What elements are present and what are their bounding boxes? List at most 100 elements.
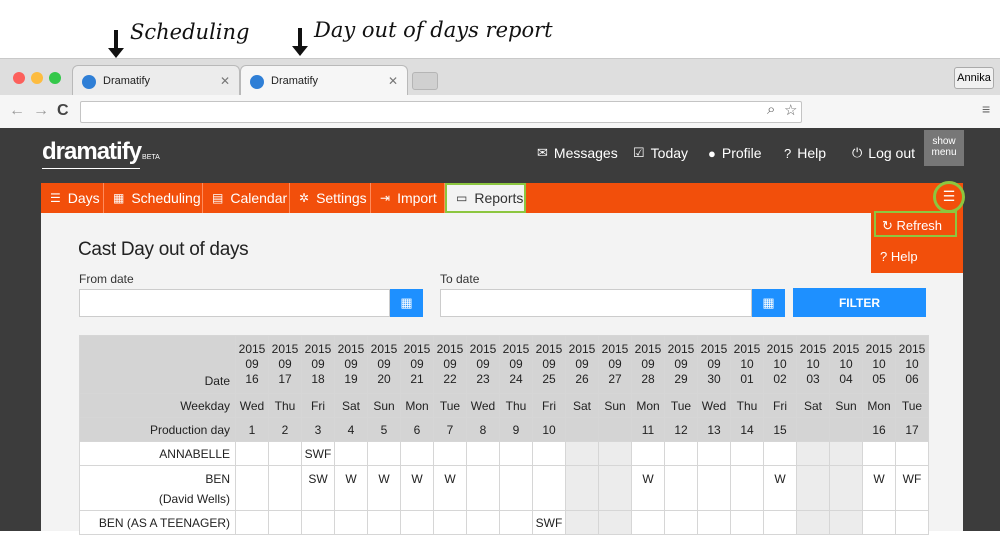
from-date-calendar-icon[interactable]: ▦ [390, 289, 423, 317]
date-month: 10 [905, 357, 919, 371]
main-tab-bar: ☰ Days ▦ Scheduling ▤ Calendar ✲ Settings ⇥ I… [41, 183, 963, 213]
chrome-menu-icon[interactable]: ≡ [982, 101, 990, 117]
date-year: 2015 [832, 342, 860, 356]
filter-button[interactable]: FILTER [793, 288, 926, 317]
schedule-cell[interactable]: W [367, 465, 401, 511]
schedule-cell[interactable] [400, 441, 434, 466]
date-month: 09 [641, 357, 655, 371]
date-year: 2015 [535, 342, 563, 356]
schedule-cell[interactable]: W [400, 465, 434, 511]
nav-help-label: Help [797, 145, 827, 161]
browser-tab-scheduling[interactable]: Dramatify ✕ [72, 65, 240, 95]
schedule-cell[interactable] [565, 441, 599, 466]
bookmark-star-icon[interactable]: ☆ [784, 101, 797, 119]
schedule-cell[interactable] [466, 465, 500, 511]
tab-calendar[interactable]: ▤ Calendar [203, 183, 290, 213]
schedule-cell[interactable] [268, 465, 302, 511]
schedule-cell[interactable] [499, 465, 533, 511]
new-tab-button[interactable] [412, 72, 438, 90]
schedule-cell[interactable] [598, 465, 632, 511]
date-cell: 2015 09 28 [631, 335, 665, 394]
profile-user-button[interactable]: Annika [954, 67, 994, 89]
schedule-cell[interactable] [499, 441, 533, 466]
schedule-cell[interactable] [631, 441, 665, 466]
tab-reports[interactable]: ▭ Reports [445, 183, 526, 213]
close-tab-icon[interactable]: ✕ [388, 74, 398, 88]
schedule-cell[interactable] [433, 441, 467, 466]
schedule-cell[interactable] [862, 441, 896, 466]
date-day: 06 [905, 372, 919, 386]
reload-icon[interactable]: C [57, 102, 69, 120]
tab-label: Dramatify [103, 75, 151, 87]
date-day: 30 [707, 372, 721, 386]
minimize-window-button[interactable] [31, 72, 43, 84]
from-date-input[interactable] [79, 289, 390, 317]
zoom-icon[interactable]: ⌕ [767, 101, 775, 118]
schedule-cell[interactable]: W [433, 465, 467, 511]
schedule-cell[interactable]: WF [895, 465, 929, 511]
schedule-cell[interactable] [895, 441, 929, 466]
schedule-cell[interactable] [367, 441, 401, 466]
schedule-cell[interactable] [730, 441, 764, 466]
to-date-input[interactable] [440, 289, 752, 317]
tab-scheduling[interactable]: ▦ Scheduling [104, 183, 203, 213]
address-bar[interactable] [80, 101, 802, 123]
weekday-cell: Wed [697, 393, 731, 418]
schedule-cell[interactable] [598, 441, 632, 466]
schedule-cell[interactable] [268, 441, 302, 466]
nav-profile[interactable]: ● Profile [708, 145, 762, 161]
back-icon[interactable]: ← [9, 102, 25, 120]
schedule-cell[interactable] [532, 465, 566, 511]
zoom-window-button[interactable] [49, 72, 61, 84]
menu-help[interactable]: ? Help [874, 244, 957, 270]
dramatify-logo[interactable]: dramatifyBETA [42, 138, 160, 166]
schedule-cell[interactable]: W [334, 465, 368, 511]
schedule-cell[interactable]: W [862, 465, 896, 511]
nav-help[interactable]: ? Help [784, 145, 826, 161]
schedule-cell[interactable] [796, 465, 830, 511]
close-tab-icon[interactable]: ✕ [220, 74, 230, 88]
show-menu-button[interactable]: show menu [924, 130, 964, 166]
schedule-cell[interactable] [829, 441, 863, 466]
date-month: 09 [278, 357, 292, 371]
date-year: 2015 [733, 342, 761, 356]
schedule-cell[interactable] [532, 441, 566, 466]
schedule-cell[interactable] [664, 441, 698, 466]
schedule-cell[interactable] [664, 465, 698, 511]
browser-tab-report[interactable]: Dramatify ✕ [240, 65, 408, 95]
date-month: 10 [806, 357, 820, 371]
schedule-cell[interactable] [697, 465, 731, 511]
close-window-button[interactable] [13, 72, 25, 84]
nav-logout[interactable]: ⏻ Log out [852, 145, 915, 161]
tab-import[interactable]: ⇥ Import [371, 183, 445, 213]
to-date-calendar-icon[interactable]: ▦ [752, 289, 785, 317]
schedule-cell[interactable] [565, 465, 599, 511]
schedule-cell[interactable]: W [631, 465, 665, 511]
menu-refresh[interactable]: ↻ Refresh [874, 211, 957, 237]
character-name: BEN [205, 472, 230, 486]
tab-reports-label: Reports [474, 190, 524, 206]
schedule-cell[interactable] [334, 441, 368, 466]
tab-days[interactable]: ☰ Days [41, 183, 104, 213]
nav-messages[interactable]: ✉ Messages [537, 145, 618, 161]
schedule-cell[interactable] [730, 465, 764, 511]
schedule-cell[interactable]: W [763, 465, 797, 511]
schedule-cell[interactable] [235, 465, 269, 511]
date-month: 09 [542, 357, 556, 371]
schedule-cell[interactable] [796, 441, 830, 466]
nav-today[interactable]: ☑ Today [633, 145, 688, 161]
tab-settings[interactable]: ✲ Settings [290, 183, 371, 213]
schedule-cell[interactable] [466, 441, 500, 466]
date-day: 05 [872, 372, 886, 386]
schedule-cell[interactable] [235, 441, 269, 466]
forward-icon[interactable]: → [33, 102, 49, 120]
date-day: 03 [806, 372, 820, 386]
hamburger-menu-icon[interactable]: ☰ [933, 181, 965, 213]
date-month: 10 [740, 357, 754, 371]
schedule-cell[interactable]: SWF [301, 441, 335, 466]
schedule-cell[interactable] [763, 441, 797, 466]
schedule-cell[interactable] [697, 441, 731, 466]
date-day: 29 [674, 372, 688, 386]
schedule-cell[interactable] [829, 465, 863, 511]
schedule-cell[interactable]: SW [301, 465, 335, 511]
